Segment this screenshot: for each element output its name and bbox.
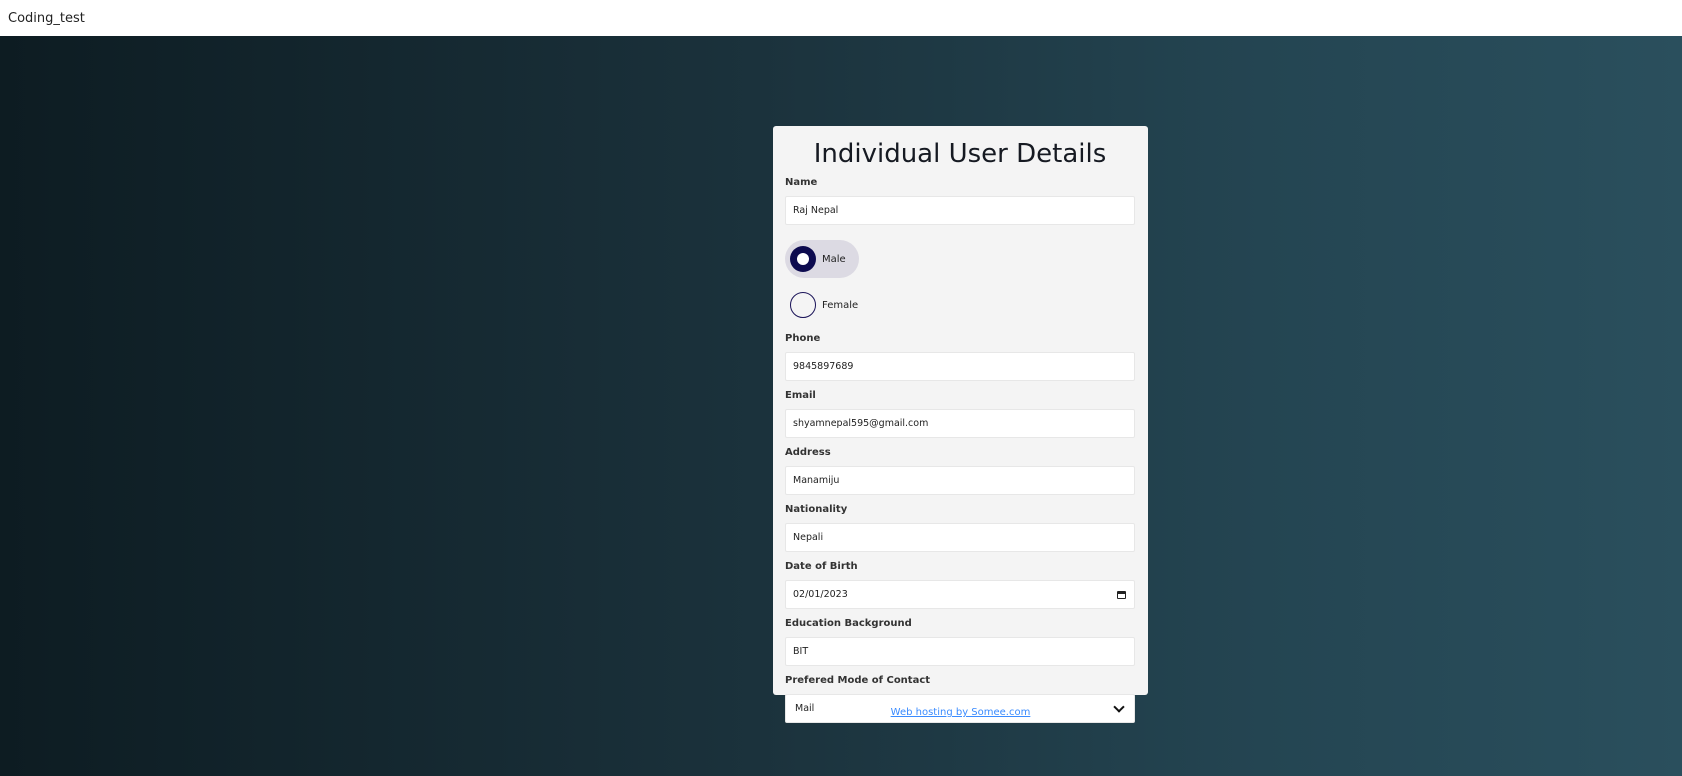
web-hosting-link[interactable]: Web hosting by Somee.com [773,707,1148,718]
education-input[interactable]: BIT [785,637,1135,666]
education-label: Education Background [785,618,912,629]
app-title-bar: Coding_test [0,0,1682,36]
address-value: Manamiju [793,475,840,486]
web-hosting-link-text[interactable]: Web hosting by Somee.com [891,707,1031,718]
name-label: Name [785,177,818,188]
phone-label: Phone [785,333,821,344]
name-input[interactable]: Raj Nepal [785,196,1135,225]
nationality-input[interactable]: Nepali [785,523,1135,552]
radio-unchecked-icon[interactable] [790,292,816,318]
dob-value: 02/01/2023 [793,589,848,600]
phone-input[interactable]: 9845897689 [785,352,1135,381]
user-details-card: Individual User Details Name Raj Nepal M… [773,126,1148,723]
name-value: Raj Nepal [793,205,839,216]
email-label: Email [785,390,816,401]
email-value: shyamnepal595@gmail.com [793,418,929,429]
form-title: Individual User Details [813,139,1107,169]
email-input[interactable]: shyamnepal595@gmail.com [785,409,1135,438]
nationality-value: Nepali [793,532,824,543]
gender-option-male[interactable]: Male [785,240,859,278]
phone-value: 9845897689 [793,361,854,372]
gender-female-label: Female [822,299,859,311]
gender-male-label: Male [822,253,846,265]
address-label: Address [785,447,831,458]
gender-option-female[interactable]: Female [785,286,871,324]
app-title: Coding_test [8,10,85,26]
education-value: BIT [793,646,809,657]
dob-label: Date of Birth [785,561,858,572]
gender-radio-group: Male Female [785,233,1135,332]
dob-input[interactable]: 02/01/2023 [785,580,1135,609]
contact-mode-label: Prefered Mode of Contact [785,675,931,686]
radio-checked-icon[interactable] [790,246,816,272]
address-input[interactable]: Manamiju [785,466,1135,495]
nationality-label: Nationality [785,504,848,515]
calendar-icon[interactable] [1117,590,1126,599]
